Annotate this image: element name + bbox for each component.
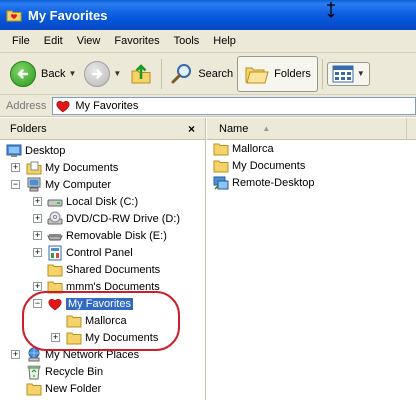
expand-plus-icon[interactable]: + <box>33 248 42 257</box>
tree-item-label: Desktop <box>25 144 66 157</box>
address-bar: Address My Favorites <box>0 95 416 117</box>
tree-item-label: New Folder <box>45 382 102 395</box>
menu-help[interactable]: Help <box>207 35 244 47</box>
menu-view[interactable]: View <box>71 35 109 47</box>
menu-edit[interactable]: Edit <box>38 35 71 47</box>
folders-icon <box>245 67 269 83</box>
back-dropdown-icon[interactable]: ▼ <box>68 69 76 78</box>
expand-plus-icon[interactable]: + <box>33 231 42 240</box>
up-folder-icon <box>131 63 151 83</box>
tree-item-label: Removable Disk (E:) <box>66 229 167 242</box>
tree-item-my-computer[interactable]: My Computer <box>26 176 111 193</box>
toolbar-separator <box>321 58 323 89</box>
tree-item-label: Recycle Bin <box>45 365 104 378</box>
folder-icon <box>26 383 42 395</box>
tree-item-label: My Computer <box>45 178 112 191</box>
tree-item-label: My Documents <box>45 161 119 174</box>
window-title: My Favorites <box>28 7 108 23</box>
tree-item-recycle-bin[interactable]: Recycle Bin <box>26 363 103 380</box>
column-header-name[interactable]: Name ▲ <box>207 117 407 140</box>
desktop-icon <box>6 144 22 157</box>
views-grid-icon <box>332 65 354 82</box>
control-panel-icon <box>48 245 62 260</box>
folder-icon <box>213 143 229 155</box>
search-label: Search <box>198 67 234 80</box>
heart-icon <box>56 100 70 112</box>
tree-item-shared-documents[interactable]: Shared Documents <box>47 261 160 278</box>
folders-pane-header: Folders × <box>0 118 205 140</box>
toolbar: Back ▼ ▼ Search Folders ▼ <box>0 53 416 95</box>
file-item-label: Remote-Desktop <box>232 176 315 189</box>
hard-disk-icon <box>47 199 63 206</box>
tree-item-label: Shared Documents <box>66 263 161 276</box>
forward-arrow-icon <box>84 60 111 87</box>
file-list-header: Name ▲ <box>207 117 416 140</box>
tree-item-new-folder[interactable]: New Folder <box>26 380 101 397</box>
back-button[interactable]: Back ▼ <box>6 57 80 91</box>
back-arrow-icon <box>10 60 36 87</box>
views-dropdown-icon: ▼ <box>356 69 365 78</box>
back-label: Back <box>41 67 66 80</box>
close-icon[interactable]: × <box>188 122 195 136</box>
column-name-label: Name <box>219 122 249 135</box>
menu-bar: File Edit View Favorites Tools Help <box>0 30 416 53</box>
dvd-drive-icon <box>47 211 63 224</box>
file-list: Mallorca My Documents Remote-Desktop <box>213 140 315 191</box>
tree-item-my-documents[interactable]: My Documents <box>26 159 118 176</box>
computer-icon <box>27 177 41 191</box>
tree-item-label: DVD/CD-RW Drive (D:) <box>66 212 181 225</box>
tree-item-label: Control Panel <box>66 246 133 259</box>
file-item-label: Mallorca <box>232 142 274 155</box>
file-item-label: My Documents <box>232 159 306 172</box>
documents-folder-icon <box>26 161 42 174</box>
folders-pane-title: Folders <box>10 122 47 135</box>
tree-item-control-panel[interactable]: Control Panel <box>47 244 133 261</box>
up-folder-button[interactable] <box>125 57 157 91</box>
menu-favorites[interactable]: Favorites <box>108 35 167 47</box>
folder-icon <box>213 160 229 172</box>
address-value: My Favorites <box>75 99 139 112</box>
folders-label: Folders <box>274 67 311 80</box>
forward-dropdown-icon[interactable]: ▼ <box>113 69 121 78</box>
search-button[interactable]: Search <box>166 57 237 91</box>
folder-heart-icon <box>6 10 22 22</box>
tree-item-local-disk[interactable]: Local Disk (C:) <box>47 193 138 210</box>
removable-disk-icon <box>47 233 63 240</box>
folders-button[interactable]: Folders <box>237 55 318 92</box>
recycle-bin-icon <box>27 365 41 379</box>
expand-plus-icon[interactable]: + <box>33 197 42 206</box>
menu-file[interactable]: File <box>6 35 38 47</box>
search-icon <box>171 63 192 83</box>
tree-item-removable-disk[interactable]: Removable Disk (E:) <box>47 227 167 244</box>
mouse-cursor-icon <box>327 2 335 18</box>
highlight-annotation <box>22 291 180 351</box>
tree-item-label: Local Disk (C:) <box>66 195 139 208</box>
sort-ascending-icon: ▲ <box>262 124 271 133</box>
tree-item-desktop[interactable]: Desktop <box>6 142 65 159</box>
tree-item-dvd-drive[interactable]: DVD/CD-RW Drive (D:) <box>47 210 180 227</box>
toolbar-separator <box>161 58 163 89</box>
expand-plus-icon[interactable]: + <box>11 350 20 359</box>
folder-icon <box>47 264 63 276</box>
folders-pane: Folders × Desktop + My Documents − My Co… <box>0 118 206 400</box>
address-field[interactable]: My Favorites <box>52 96 416 115</box>
forward-button[interactable]: ▼ <box>80 57 125 91</box>
collapse-minus-icon[interactable]: − <box>11 180 20 189</box>
menu-tools[interactable]: Tools <box>168 35 208 47</box>
address-label: Address <box>6 99 47 112</box>
file-item-my-documents[interactable]: My Documents <box>213 157 315 174</box>
file-item-mallorca[interactable]: Mallorca <box>213 140 315 157</box>
file-item-remote-desktop[interactable]: Remote-Desktop <box>213 174 315 191</box>
title-bar: My Favorites <box>0 0 416 30</box>
remote-desktop-icon <box>213 176 229 190</box>
expand-plus-icon[interactable]: + <box>33 282 42 291</box>
expand-plus-icon[interactable]: + <box>33 214 42 223</box>
expand-plus-icon[interactable]: + <box>11 163 20 172</box>
views-button[interactable]: ▼ <box>326 61 370 86</box>
